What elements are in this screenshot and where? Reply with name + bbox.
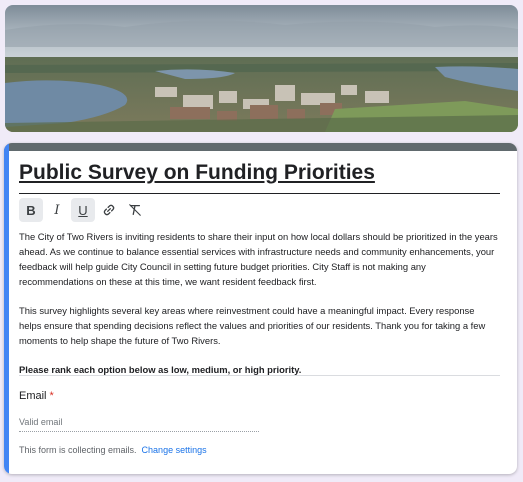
email-collection-notice: This form is collecting emails. Change se…	[19, 445, 207, 455]
text-format-toolbar: B I U	[19, 198, 147, 224]
card-left-focus-bar	[4, 143, 9, 474]
email-input[interactable]	[19, 413, 259, 432]
collecting-emails-text: This form is collecting emails.	[19, 445, 137, 455]
insert-link-button[interactable]	[97, 198, 121, 222]
italic-button[interactable]: I	[45, 198, 69, 222]
aerial-city-photo	[5, 5, 518, 132]
form-title[interactable]: Public Survey on Funding Priorities	[19, 161, 375, 185]
description-paragraph: The City of Two Rivers is inviting resid…	[19, 231, 498, 287]
required-asterisk: *	[49, 390, 54, 402]
title-divider	[19, 193, 500, 194]
description-divider	[19, 375, 500, 376]
form-description[interactable]: The City of Two Rivers is inviting resid…	[19, 229, 499, 377]
email-question-label: Email *	[19, 390, 54, 402]
clear-formatting-button[interactable]	[123, 198, 147, 222]
change-settings-link[interactable]: Change settings	[142, 445, 207, 455]
form-header-card: Public Survey on Funding Priorities B I …	[4, 143, 517, 474]
header-banner-image	[5, 5, 518, 132]
card-top-accent-bar	[4, 143, 517, 151]
description-paragraph: This survey highlights several key areas…	[19, 305, 486, 346]
bold-button[interactable]: B	[19, 198, 43, 222]
email-label-text: Email	[19, 390, 47, 402]
underline-button[interactable]: U	[71, 198, 95, 222]
link-icon	[103, 204, 115, 216]
clear-format-icon	[129, 204, 141, 216]
